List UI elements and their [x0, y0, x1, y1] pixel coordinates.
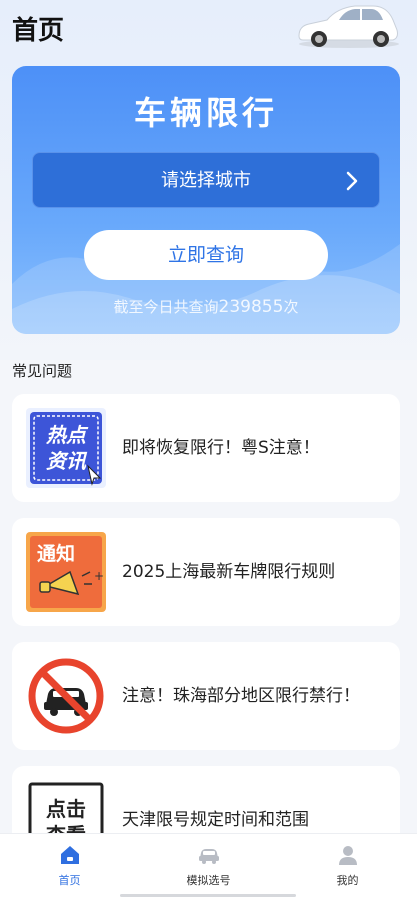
header: 首页 — [0, 0, 417, 60]
hot-news-icon: 热点 资讯 — [26, 408, 106, 488]
faq-section-title: 常见问题 — [12, 362, 73, 380]
tab-label: 我的 — [336, 874, 359, 887]
hero-title: 车辆限行 — [133, 94, 278, 132]
faq-item-zhuhai-restriction[interactable]: 注意！珠海部分地区限行禁行！ — [12, 642, 400, 750]
restriction-query-card: 车辆限行 请选择城市 立即查询 截至今日共查询239855次 — [12, 66, 400, 334]
tab-label: 首页 — [58, 874, 81, 887]
notice-label: 通知 — [37, 542, 75, 565]
home-indicator — [120, 894, 296, 897]
faq-item-hot-news[interactable]: 热点 资讯 即将恢复限行！粤S注意！ — [12, 394, 400, 502]
query-count-suffix: 次 — [283, 298, 299, 316]
faq-item-shanghai-rules[interactable]: 通知 + 2025上海最新车牌限行规则 — [12, 518, 400, 626]
user-icon — [339, 846, 357, 865]
tab-home[interactable]: 首页 — [0, 834, 139, 905]
hot-news-line-1: 热点 — [45, 423, 89, 447]
query-count-prefix: 截至今日共查询 — [113, 298, 219, 316]
tab-mine[interactable]: 我的 — [278, 834, 417, 905]
query-now-button[interactable]: 立即查询 — [84, 230, 328, 280]
tab-label: 模拟选号 — [186, 874, 231, 887]
chevron-right-icon — [346, 171, 358, 191]
faq-item-text: 即将恢复限行！粤S注意！ — [122, 438, 320, 458]
faq-item-text: 注意！珠海部分地区限行禁行！ — [122, 686, 360, 706]
car-icon — [199, 849, 219, 864]
hot-news-line-2: 资讯 — [46, 449, 88, 473]
faq-item-text: 2025上海最新车牌限行规则 — [122, 562, 336, 582]
home-icon — [61, 846, 79, 864]
city-select-placeholder: 请选择城市 — [161, 170, 251, 191]
query-count-value: 239855 — [218, 297, 284, 317]
no-car-icon — [28, 658, 104, 734]
svg-text:+: + — [94, 569, 104, 583]
query-count-text: 截至今日共查询239855次 — [12, 296, 400, 317]
car-illustration-icon — [298, 5, 399, 48]
city-select[interactable]: 请选择城市 — [32, 152, 380, 208]
page-title: 首页 — [12, 16, 65, 46]
notice-megaphone-icon: 通知 + — [26, 532, 106, 612]
click-view-line-1: 点击 — [46, 797, 86, 821]
